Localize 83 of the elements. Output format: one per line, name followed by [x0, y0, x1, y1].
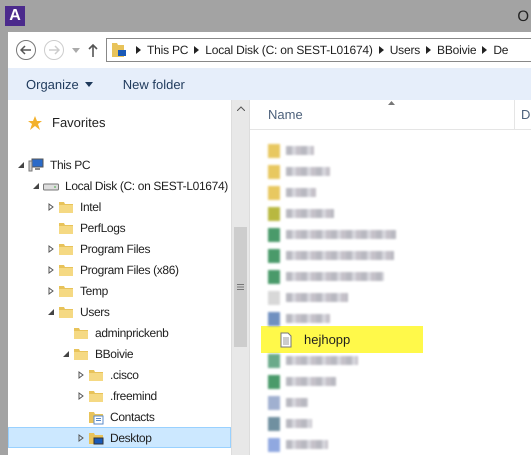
- tree-item-label: .cisco: [110, 368, 139, 382]
- tree-item-label: Program Files (x86): [80, 262, 179, 276]
- column-header[interactable]: D: [515, 107, 530, 122]
- forward-arrow-icon: [48, 45, 60, 55]
- tree-item[interactable]: adminprickenb: [8, 322, 231, 343]
- expand-arrow-icon[interactable]: [47, 244, 55, 252]
- tree-item-label: Temp: [80, 284, 108, 298]
- tree-item[interactable]: .freemind: [8, 385, 231, 406]
- expand-arrow-icon[interactable]: [77, 392, 85, 400]
- breadcrumb-item[interactable]: Users: [390, 43, 420, 57]
- blurred-file-name: [286, 398, 308, 407]
- chevron-icon: [194, 46, 200, 54]
- tree-item[interactable]: Intel: [8, 196, 231, 217]
- tree-item[interactable]: Contacts: [8, 406, 231, 427]
- tree-item-label: Local Disk (C: on SEST-L01674): [65, 178, 228, 192]
- tree-item-label: Users: [80, 304, 110, 318]
- computer-icon: [28, 156, 44, 172]
- app-logo: A: [5, 6, 25, 26]
- grip-icon: [237, 284, 244, 290]
- expand-arrow-icon[interactable]: [77, 370, 85, 378]
- tree-item[interactable]: Temp: [8, 280, 231, 301]
- blurred-file-name: [286, 440, 328, 449]
- star-icon: [27, 114, 43, 130]
- breadcrumb-item[interactable]: De: [493, 43, 508, 57]
- collapse-arrow-icon[interactable]: [47, 308, 55, 316]
- blurred-file-name: [286, 356, 358, 365]
- caret-icon: [84, 82, 93, 86]
- tree-item[interactable]: Desktop: [8, 427, 231, 448]
- window-title: O: [517, 8, 529, 24]
- new-folder-button[interactable]: New folder: [122, 76, 185, 92]
- expand-arrow-icon[interactable]: [47, 202, 55, 210]
- chevron-icon: [378, 46, 384, 54]
- tree-item-label: PerfLogs: [80, 220, 126, 234]
- blurred-file-name: [286, 209, 334, 218]
- file-row[interactable]: hejhopp: [261, 326, 423, 353]
- tree-item-label: Program Files: [80, 242, 150, 256]
- expand-arrow-icon[interactable]: [47, 266, 55, 274]
- tree-item-label: This PC: [50, 158, 90, 172]
- tree-item-label: adminprickenb: [95, 326, 168, 340]
- back-arrow-icon: [20, 45, 32, 55]
- blurred-file-name: [286, 146, 314, 155]
- expand-arrow-icon[interactable]: [77, 434, 85, 442]
- breadcrumb-item[interactable]: This PC: [147, 43, 188, 57]
- tree-item[interactable]: BBoivie: [8, 343, 231, 364]
- tree-item[interactable]: This PC: [8, 154, 231, 175]
- chevron-icon: [482, 46, 488, 54]
- organize-button[interactable]: Organize: [26, 76, 93, 92]
- document-icon: [278, 332, 294, 348]
- tree-item-label: Contacts: [110, 410, 155, 424]
- collapse-arrow-icon[interactable]: [32, 182, 40, 190]
- back-button[interactable]: [16, 40, 36, 60]
- collapse-arrow-icon[interactable]: [62, 350, 70, 358]
- collapse-arrow-icon[interactable]: [17, 160, 25, 168]
- blurred-file-name: [286, 377, 336, 386]
- up-arrow-icon[interactable]: [88, 43, 98, 57]
- breadcrumb-item[interactable]: BBoivie: [437, 43, 476, 57]
- address-bar[interactable]: This PC Local Disk (C: on SEST-L01674) Users BBoivie De: [106, 38, 531, 62]
- tree-item[interactable]: PerfLogs: [8, 217, 231, 238]
- blurred-file-name: [286, 167, 330, 176]
- tree-item-label: Desktop: [110, 430, 152, 444]
- tree-item-label: .freemind: [110, 388, 157, 402]
- folder-icon: [111, 42, 127, 58]
- sort-arrow-icon: [388, 101, 395, 105]
- blurred-file-name: [286, 293, 348, 302]
- blurred-file-name: [286, 314, 330, 323]
- tree-item-label: BBoivie: [95, 346, 134, 360]
- favorites-item[interactable]: Favorites: [8, 112, 231, 133]
- tree-item[interactable]: Program Files (x86): [8, 259, 231, 280]
- column-header[interactable]: Name: [250, 100, 515, 129]
- scrollbar-thumb[interactable]: [234, 227, 247, 347]
- tree-item[interactable]: Local Disk (C: on SEST-L01674): [8, 175, 231, 196]
- tree-item[interactable]: Users: [8, 301, 231, 322]
- blurred-file-name: [286, 188, 316, 197]
- chevron-icon: [426, 46, 432, 54]
- file-name: hejhopp: [304, 332, 350, 347]
- breadcrumb-item[interactable]: Local Disk (C: on SEST-L01674): [205, 43, 373, 57]
- blurred-file-name: [286, 419, 312, 428]
- expand-arrow-icon[interactable]: [47, 286, 55, 294]
- scroll-up-icon[interactable]: [236, 106, 244, 111]
- tree-item[interactable]: Program Files: [8, 238, 231, 259]
- chevron-icon: [136, 46, 141, 54]
- tree-item-label: Intel: [80, 200, 101, 214]
- tree-item[interactable]: .cisco: [8, 364, 231, 385]
